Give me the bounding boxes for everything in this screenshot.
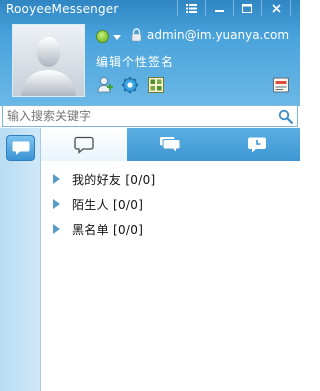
account-name: admin@im.yuanya.com <box>147 28 290 42</box>
add-contact-icon[interactable] <box>96 76 114 94</box>
skin-button[interactable] <box>205 0 232 16</box>
group-blacklist[interactable]: 黑名单 [0/0] <box>41 219 300 239</box>
left-rail <box>0 128 41 391</box>
contact-tabs <box>41 128 300 161</box>
menu-icon <box>185 3 197 13</box>
window-title: RooyeeMessenger <box>6 2 119 16</box>
settings-gear-icon[interactable] <box>121 76 139 94</box>
search-icon[interactable] <box>278 109 293 124</box>
contacts-panel-button[interactable] <box>6 135 35 161</box>
profile-header: RooyeeMessenger admin@im.yuanya.com 编辑个性… <box>0 0 300 106</box>
search-bar <box>2 105 298 127</box>
lock-icon <box>131 28 142 42</box>
group-friends[interactable]: 我的好友 [0/0] <box>41 169 300 189</box>
avatar[interactable] <box>12 24 85 97</box>
group-chat-icon <box>160 136 180 151</box>
minimize-icon <box>214 9 224 12</box>
contact-group-list: 我的好友 [0/0] 陌生人 [0/0] 黑名单 [0/0] <box>41 161 300 391</box>
messenger-window: RooyeeMessenger admin@im.yuanya.com 编辑个性… <box>0 0 300 391</box>
mailbox-icon[interactable] <box>272 76 290 94</box>
expand-arrow-icon[interactable] <box>53 199 60 209</box>
group-label: 陌生人 [0/0] <box>72 198 144 212</box>
search-input[interactable] <box>7 107 267 125</box>
tab-contacts[interactable] <box>41 128 127 161</box>
recent-clock-icon <box>247 137 266 152</box>
tab-recent[interactable] <box>213 128 300 161</box>
expand-arrow-icon[interactable] <box>53 224 60 234</box>
default-avatar-icon <box>21 37 76 96</box>
chat-bubble-icon <box>74 136 94 154</box>
close-button[interactable] <box>261 0 291 16</box>
tab-groups[interactable] <box>127 128 213 161</box>
chat-bubble-icon <box>12 141 29 155</box>
maximize-icon <box>242 3 252 13</box>
group-label: 我的好友 [0/0] <box>72 173 156 187</box>
group-strangers[interactable]: 陌生人 [0/0] <box>41 194 300 214</box>
maximize-button[interactable] <box>233 0 260 16</box>
signature-text[interactable]: 编辑个性签名 <box>96 53 174 70</box>
group-label: 黑名单 [0/0] <box>72 223 144 237</box>
status-dropdown-icon[interactable] <box>113 35 121 40</box>
expand-arrow-icon[interactable] <box>53 174 60 184</box>
online-status-icon[interactable] <box>96 30 109 43</box>
close-icon <box>271 3 281 13</box>
app-grid-icon[interactable] <box>147 76 165 94</box>
main-menu-button[interactable] <box>177 0 204 16</box>
